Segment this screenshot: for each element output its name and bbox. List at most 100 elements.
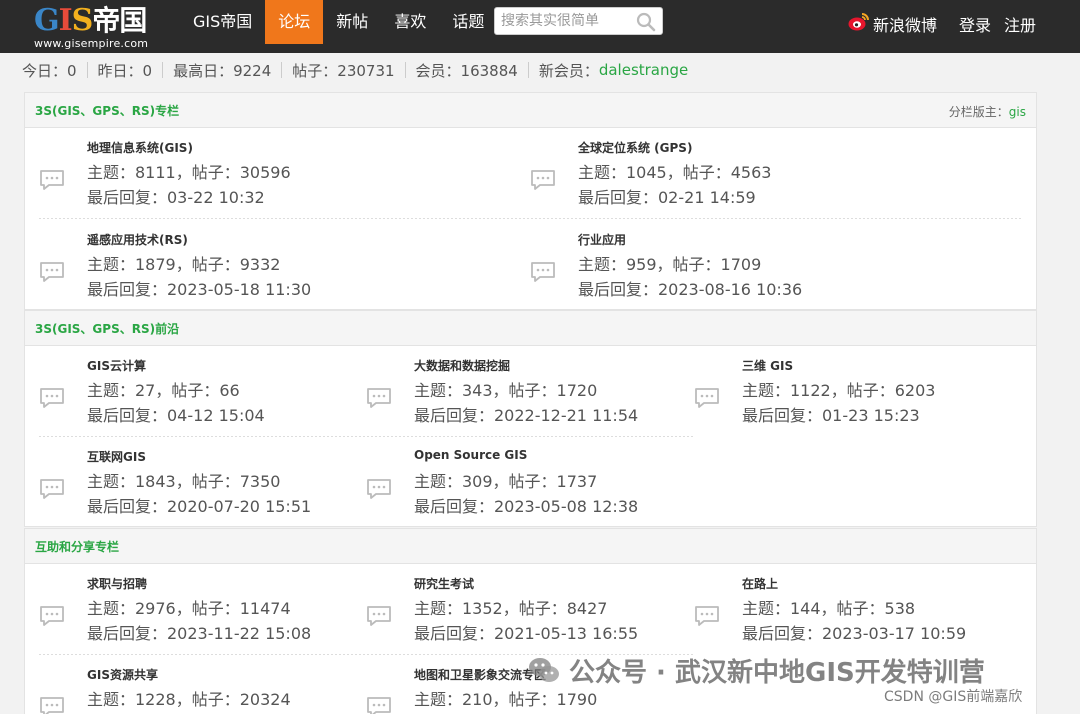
forum-chat-icon xyxy=(366,605,392,627)
forum-last-reply: 最后回复：2023-05-08 12:38 xyxy=(414,497,639,516)
section-header-3s-column: 3S(GIS、GPS、RS)专栏 分栏版主：gis xyxy=(24,92,1037,128)
weibo-login-link[interactable]: 新浪微博 xyxy=(848,12,937,36)
forum-name[interactable]: 行业应用 xyxy=(578,231,626,248)
forum-name[interactable]: 大数据和数据挖掘 xyxy=(414,357,510,374)
section-header-help-share: 互助和分享专栏 xyxy=(24,528,1037,564)
section-moderator: 分栏版主：gis xyxy=(949,103,1026,120)
forum-item[interactable]: 大数据和数据挖掘 主题：343，帖子：1720 最后回复：2022-12-21 … xyxy=(366,357,666,437)
register-link[interactable]: 注册 xyxy=(1004,12,1036,36)
forum-item[interactable]: 遥感应用技术(RS) 主题：1879，帖子：9332 最后回复：2023-05-… xyxy=(39,231,339,311)
login-link[interactable]: 登录 xyxy=(959,12,991,36)
nav-item-gisempire[interactable]: GIS帝国 xyxy=(180,0,265,44)
forum-name[interactable]: 在路上 xyxy=(742,575,778,592)
forum-chat-icon xyxy=(39,261,65,283)
forum-name[interactable]: 互联网GIS xyxy=(87,448,146,465)
forum-item[interactable]: GIS资源共享 主题：1228，帖子：20324 xyxy=(39,666,339,714)
forum-item[interactable]: 全球定位系统 (GPS) 主题：1045，帖子：4563 最后回复：02-21 … xyxy=(530,139,830,219)
forum-last-reply: 最后回复：2021-05-13 16:55 xyxy=(414,624,639,643)
forum-stats: 主题：144，帖子：538 xyxy=(742,599,916,618)
top-navigation-bar: GIS帝国 www.gisempire.com GIS帝国 论坛 新帖 喜欢 话… xyxy=(0,0,1080,53)
forum-last-reply: 最后回复：02-21 14:59 xyxy=(578,188,756,207)
csdn-credit: CSDN @GIS前端嘉欣 xyxy=(884,689,1023,705)
stat-max-day: 最高日：9224 xyxy=(173,61,272,80)
forum-name[interactable]: Open Source GIS xyxy=(414,448,527,462)
forum-chat-icon xyxy=(39,478,65,500)
forum-stats: 主题：959，帖子：1709 xyxy=(578,255,762,274)
forum-last-reply: 最后回复：2023-05-18 11:30 xyxy=(87,280,312,299)
forum-item[interactable]: Open Source GIS 主题：309，帖子：1737 最后回复：2023… xyxy=(366,448,666,528)
search-icon[interactable] xyxy=(636,12,656,32)
wechat-watermark: 公众号 · 武汉新中地GIS开发特训营 xyxy=(527,652,985,688)
forum-stats: 主题：1228，帖子：20324 xyxy=(87,690,291,709)
forum-item[interactable]: 求职与招聘 主题：2976，帖子：11474 最后回复：2023-11-22 1… xyxy=(39,575,339,655)
nav-item-likes[interactable]: 喜欢 xyxy=(381,0,439,44)
stat-divider xyxy=(162,62,164,78)
forum-last-reply: 最后回复：03-22 10:32 xyxy=(87,188,265,207)
forum-name[interactable]: 研究生考试 xyxy=(414,575,474,592)
forum-stats: 主题：27，帖子：66 xyxy=(87,381,240,400)
stat-divider xyxy=(404,62,406,78)
moderator-label: 分栏版主： xyxy=(948,105,1009,119)
site-logo[interactable]: GIS帝国 www.gisempire.com xyxy=(34,3,164,51)
forum-name[interactable]: 地理信息系统(GIS) xyxy=(87,139,193,156)
forum-name[interactable]: GIS资源共享 xyxy=(87,666,158,683)
forum-item[interactable]: 在路上 主题：144，帖子：538 最后回复：2023-03-17 10:59 xyxy=(694,575,994,655)
stat-divider xyxy=(281,62,283,78)
logo-mark: GIS帝国 xyxy=(34,3,147,38)
row-divider xyxy=(39,218,1022,219)
forum-name[interactable]: GIS云计算 xyxy=(87,357,146,374)
forum-last-reply: 最后回复：2023-11-22 15:08 xyxy=(87,624,312,643)
forum-item[interactable]: 地理信息系统(GIS) 主题：8111，帖子：30596 最后回复：03-22 … xyxy=(39,139,339,219)
forum-chat-icon xyxy=(39,169,65,191)
forum-stats: 主题：1843，帖子：7350 xyxy=(87,472,281,491)
forum-last-reply: 最后回复：04-12 15:04 xyxy=(87,406,265,425)
logo-url: www.gisempire.com xyxy=(34,37,149,50)
forum-name[interactable]: 求职与招聘 xyxy=(87,575,147,592)
forum-name[interactable]: 全球定位系统 (GPS) xyxy=(578,139,692,156)
stat-members: 会员：163884 xyxy=(415,61,518,80)
new-member-link[interactable]: dalestrange xyxy=(599,61,688,79)
nav-item-topics[interactable]: 话题 xyxy=(439,0,497,44)
wechat-icon xyxy=(527,655,561,685)
stat-yesterday: 昨日：0 xyxy=(97,61,153,80)
stat-posts: 帖子：230731 xyxy=(292,61,395,80)
forum-last-reply: 最后回复：01-23 15:23 xyxy=(742,406,920,425)
search-input[interactable] xyxy=(501,11,631,31)
stat-new-member: 新会员： dalestrange xyxy=(539,60,688,81)
forum-stats: 主题：8111，帖子：30596 xyxy=(87,163,291,182)
nav-item-new-posts[interactable]: 新帖 xyxy=(323,0,381,44)
forum-chat-icon xyxy=(694,387,720,409)
forum-item[interactable]: GIS云计算 主题：27，帖子：66 最后回复：04-12 15:04 xyxy=(39,357,339,437)
search-box xyxy=(494,7,663,35)
section-title[interactable]: 3S(GIS、GPS、RS)专栏 xyxy=(35,102,179,119)
forum-stats: 主题：343，帖子：1720 xyxy=(414,381,598,400)
forum-item[interactable]: 研究生考试 主题：1352，帖子：8427 最后回复：2021-05-13 16… xyxy=(366,575,666,655)
forum-item[interactable]: 三维 GIS 主题：1122，帖子：6203 最后回复：01-23 15:23 xyxy=(694,357,994,437)
forum-chat-icon xyxy=(366,387,392,409)
new-member-label: 新会员： xyxy=(538,61,599,80)
forum-chat-icon xyxy=(366,478,392,500)
nav-item-forum[interactable]: 论坛 xyxy=(265,0,324,44)
forum-last-reply: 最后回复：2023-08-16 10:36 xyxy=(578,280,803,299)
forum-last-reply: 最后回复：2022-12-21 11:54 xyxy=(414,406,639,425)
forum-chat-icon xyxy=(694,605,720,627)
forum-chat-icon xyxy=(366,696,392,714)
forum-item[interactable]: 互联网GIS 主题：1843，帖子：7350 最后回复：2020-07-20 1… xyxy=(39,448,339,528)
forum-name[interactable]: 遥感应用技术(RS) xyxy=(87,231,188,248)
forum-stats: 主题：1352，帖子：8427 xyxy=(414,599,608,618)
stat-today: 今日：0 xyxy=(22,61,77,80)
forum-last-reply: 最后回复：2023-03-17 10:59 xyxy=(742,624,967,643)
moderator-link[interactable]: gis xyxy=(1009,105,1026,119)
forum-stats: 主题：1045，帖子：4563 xyxy=(578,163,772,182)
forum-stats: 主题：210，帖子：1790 xyxy=(414,690,598,709)
forum-name[interactable]: 三维 GIS xyxy=(742,357,793,374)
section-title[interactable]: 3S(GIS、GPS、RS)前沿 xyxy=(35,320,179,337)
weibo-icon xyxy=(848,12,873,36)
section-title[interactable]: 互助和分享专栏 xyxy=(35,538,119,555)
forum-item[interactable]: 行业应用 主题：959，帖子：1709 最后回复：2023-08-16 10:3… xyxy=(530,231,830,311)
forum-stats-bar: 今日：0 昨日：0 最高日：9224 帖子：230731 会员：163884 新… xyxy=(22,58,688,82)
section-header-3s-frontier: 3S(GIS、GPS、RS)前沿 xyxy=(24,310,1037,346)
forum-chat-icon xyxy=(39,696,65,714)
forum-stats: 主题：1122，帖子：6203 xyxy=(742,381,936,400)
forum-stats: 主题：309，帖子：1737 xyxy=(414,472,598,491)
